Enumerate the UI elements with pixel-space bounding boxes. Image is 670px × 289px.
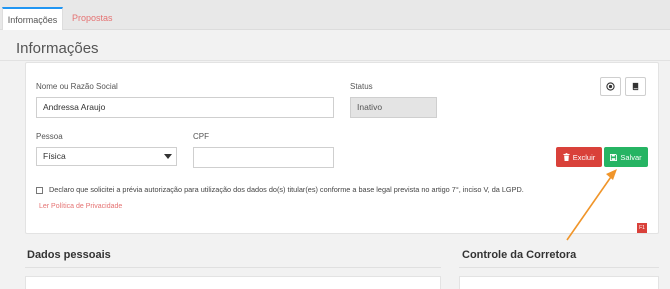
privacy-policy-link[interactable]: Ler Política de Privacidade	[39, 203, 122, 210]
cpf-field[interactable]	[193, 147, 334, 168]
save-button[interactable]: Salvar	[604, 147, 648, 167]
floppy-disk-icon	[610, 153, 618, 161]
page-title: Informações	[16, 40, 99, 57]
pessoa-select[interactable]: Física	[36, 147, 177, 166]
view-button[interactable]	[600, 77, 621, 96]
tab-bar: Informações Propostas	[0, 0, 670, 30]
consent-checkbox[interactable]	[36, 187, 43, 194]
personal-data-panel	[25, 276, 441, 289]
tab-propostas[interactable]: Propostas	[66, 7, 116, 30]
save-button-label: Salvar	[620, 152, 642, 162]
book-icon	[632, 82, 639, 91]
info-card: Nome ou Razão Social Andressa Araujo Sta…	[25, 62, 659, 234]
status-label: Status	[350, 82, 373, 91]
broker-control-panel	[459, 276, 659, 289]
title-divider	[0, 60, 670, 61]
cpf-label: CPF	[193, 132, 209, 141]
tab-informacoes[interactable]: Informações	[2, 7, 63, 30]
consent-text: Declaro que solicitei a prévia autorizaç…	[49, 185, 524, 194]
name-field[interactable]: Andressa Araujo	[36, 97, 334, 118]
section-title-broker: Controle da Corretora	[462, 249, 577, 261]
delete-button-label: Excluir	[572, 152, 596, 162]
delete-button[interactable]: Excluir	[556, 147, 602, 167]
section-divider-broker	[459, 267, 659, 268]
chevron-down-icon	[164, 154, 172, 159]
pessoa-label: Pessoa	[36, 132, 63, 141]
name-label: Nome ou Razão Social	[36, 82, 118, 91]
status-badge: F1	[637, 223, 647, 233]
pessoa-selected-value: Física	[43, 151, 66, 161]
notes-button[interactable]	[625, 77, 646, 96]
status-field: Inativo	[350, 97, 437, 118]
section-divider-personal	[25, 267, 441, 268]
eye-icon	[606, 82, 615, 91]
section-title-personal: Dados pessoais	[27, 249, 111, 261]
trash-icon	[563, 153, 570, 161]
